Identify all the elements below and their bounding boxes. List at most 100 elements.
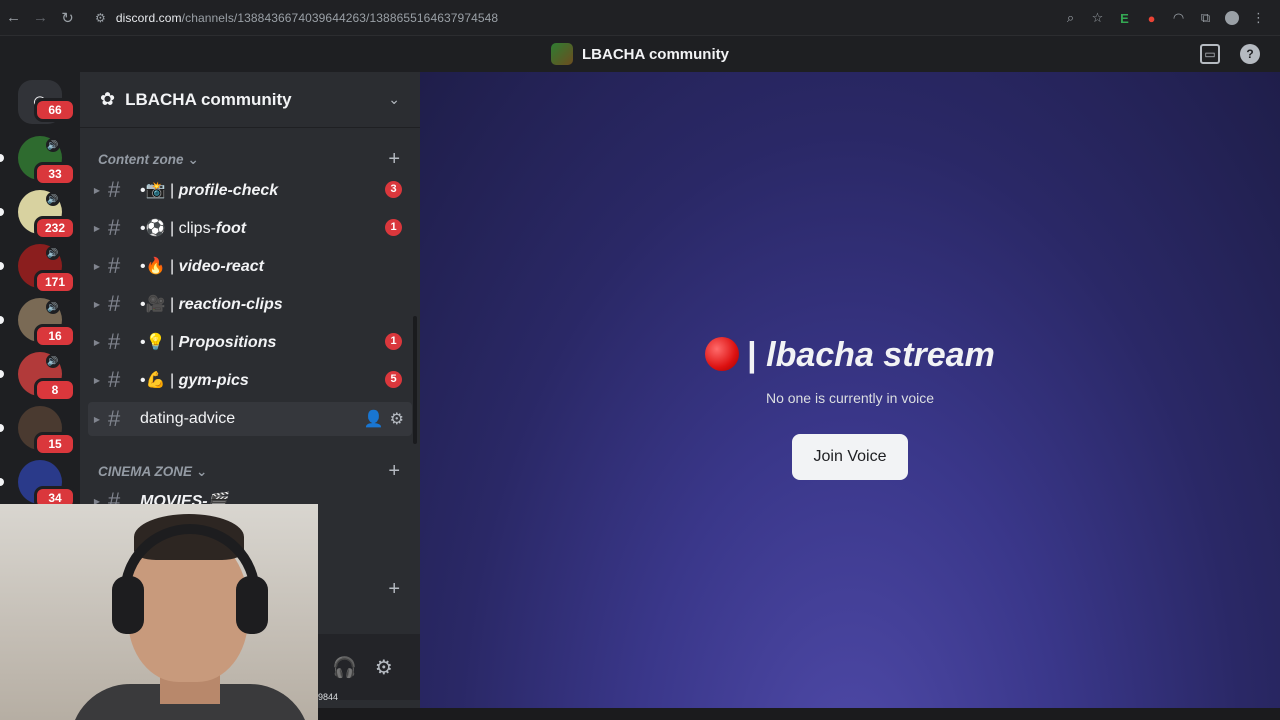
create-channel-icon[interactable]: + <box>388 578 400 601</box>
server-badge: 232 <box>34 216 76 240</box>
channel-4[interactable]: ▶ # •🎥 | reaction-clips <box>80 287 420 321</box>
channel-prefix: •⚽ | clips- <box>140 220 216 237</box>
unread-pill <box>0 262 4 270</box>
unread-pill <box>0 316 4 324</box>
category-label: CINEMA ZONE <box>98 464 192 479</box>
forward-icon[interactable]: → <box>27 9 54 26</box>
create-channel-icon[interactable]: + <box>388 460 400 483</box>
hash-icon: # <box>108 367 121 392</box>
channel-name: foot <box>215 220 247 237</box>
voice-channel-view: | lbacha stream No one is currently in v… <box>420 72 1280 720</box>
mention-badge: 1 <box>385 333 402 350</box>
channel-prefix: •💪 | <box>140 372 179 389</box>
server-badge: 8 <box>34 378 76 402</box>
server-badge: 16 <box>34 324 76 348</box>
chevron-down-icon: ⌄ <box>196 463 208 479</box>
unread-caret-icon: ▶ <box>93 299 100 309</box>
zoom-icon[interactable]: ⌕ <box>1057 10 1084 26</box>
app-titlebar: LBACHA community ▭ ? <box>0 36 1280 72</box>
unread-pill <box>0 478 4 486</box>
voice-channel-prefix: | <box>747 336 767 374</box>
channel-name: profile-check <box>178 182 279 199</box>
inbox-icon[interactable]: ▭ <box>1200 44 1220 64</box>
channel-prefix: •📸 | <box>140 182 179 199</box>
mention-badge: 3 <box>385 181 402 198</box>
back-icon[interactable]: ← <box>0 9 27 26</box>
unread-pill <box>0 370 4 378</box>
channel-5[interactable]: ▶ # •💡 | Propositions 1 <box>80 325 420 359</box>
extension-e-icon[interactable]: E <box>1111 11 1138 26</box>
server-header[interactable]: ✿ LBACHA community ⌄ <box>80 72 420 128</box>
headphone-cup-right <box>236 576 268 634</box>
create-invite-icon[interactable]: 👤 <box>364 409 384 429</box>
headphones-icon[interactable]: 🎧 <box>332 655 357 680</box>
extension-shield-icon[interactable]: ● <box>1138 11 1165 26</box>
channel-3[interactable]: ▶ # •🔥 | video-react <box>80 249 420 283</box>
menu-dots-icon[interactable]: ⋮ <box>1245 10 1272 26</box>
hash-icon: # <box>108 291 121 316</box>
category-cinema-zone[interactable]: CINEMA ZONE ⌄ + <box>98 460 400 483</box>
red-circle-icon <box>705 337 740 371</box>
hash-icon: # <box>108 329 121 354</box>
category-content-zone[interactable]: Content zone ⌄ + <box>98 148 400 171</box>
extension-arc-icon[interactable]: ◠ <box>1165 10 1192 26</box>
webcam-overlay <box>0 504 318 720</box>
user-panel: 🎧 ⚙ <box>318 634 420 700</box>
voice-channel-name: lbacha stream <box>766 336 995 374</box>
channel-settings-icon[interactable]: ⚙ <box>390 409 404 429</box>
unread-caret-icon: ▶ <box>93 185 100 195</box>
reload-icon[interactable]: ↻ <box>54 9 81 27</box>
profile-icon[interactable] <box>1225 11 1239 25</box>
join-voice-button[interactable]: Join Voice <box>792 434 908 480</box>
channel-6[interactable]: ▶ # •💪 | gym-pics 5 <box>80 363 420 397</box>
speaker-icon: 🔊 <box>46 246 60 260</box>
help-icon[interactable]: ? <box>1240 44 1260 64</box>
scrollbar[interactable] <box>413 316 417 444</box>
home-badge: 66 <box>34 98 76 122</box>
unread-caret-icon: ▶ <box>93 337 100 347</box>
speaker-icon: 🔊 <box>46 354 60 368</box>
unread-caret-icon: ▶ <box>93 414 100 424</box>
extensions-puzzle-icon[interactable]: ⧉ <box>1192 10 1219 26</box>
unread-caret-icon: ▶ <box>93 223 100 233</box>
channel-name: reaction-clips <box>178 296 283 313</box>
voice-status: No one is currently in voice <box>765 390 935 406</box>
server-badge: 15 <box>34 432 76 456</box>
server-boost-icon: ✿ <box>100 89 116 109</box>
channel-prefix: •🎥 | <box>140 296 179 313</box>
speaker-icon: 🔊 <box>46 192 60 206</box>
mention-badge: 1 <box>385 219 402 236</box>
channel-prefix: •💡 | <box>140 334 179 351</box>
hash-icon: # <box>108 406 121 431</box>
channel-name: video-react <box>178 258 264 275</box>
dock-strip <box>318 708 1280 720</box>
address-bar[interactable]: ⚙ discord.com/channels/13884366740396442… <box>95 11 498 25</box>
url-path: /channels/1388436674039644263/1388655164… <box>181 10 499 25</box>
channel-name: Propositions <box>178 334 277 351</box>
unread-caret-icon: ▶ <box>93 261 100 271</box>
url-domain: discord.com <box>115 10 182 25</box>
create-channel-icon[interactable]: + <box>388 148 400 171</box>
channel-2[interactable]: ▶ # •⚽ | clips-foot 1 <box>80 211 420 245</box>
bookmark-star-icon[interactable]: ☆ <box>1084 10 1111 26</box>
unread-pill <box>0 154 4 162</box>
channel-name: dating-advice <box>140 410 236 427</box>
channel-name: gym-pics <box>178 372 249 389</box>
speaker-icon: 🔊 <box>46 138 60 152</box>
server-badge: 33 <box>34 162 76 186</box>
unread-pill <box>0 424 4 432</box>
channel-dating-advice[interactable]: ▶ # dating-advice 👤 ⚙ <box>88 402 412 436</box>
user-tag: 9844 <box>318 692 339 702</box>
mention-badge: 5 <box>385 371 402 388</box>
user-settings-icon[interactable]: ⚙ <box>375 655 393 680</box>
chevron-down-icon[interactable]: ⌄ <box>388 91 400 108</box>
site-settings-icon[interactable]: ⚙ <box>95 11 106 25</box>
server-title: LBACHA community <box>582 45 729 63</box>
hash-icon: # <box>108 215 121 240</box>
headphone-cup-left <box>112 576 144 634</box>
unread-pill <box>0 208 4 216</box>
channel-1[interactable]: ▶ # •📸 | profile-check 3 <box>80 173 420 207</box>
server-name: LBACHA community <box>125 89 292 109</box>
category-label: Content zone <box>98 152 184 167</box>
server-icon <box>551 43 574 65</box>
